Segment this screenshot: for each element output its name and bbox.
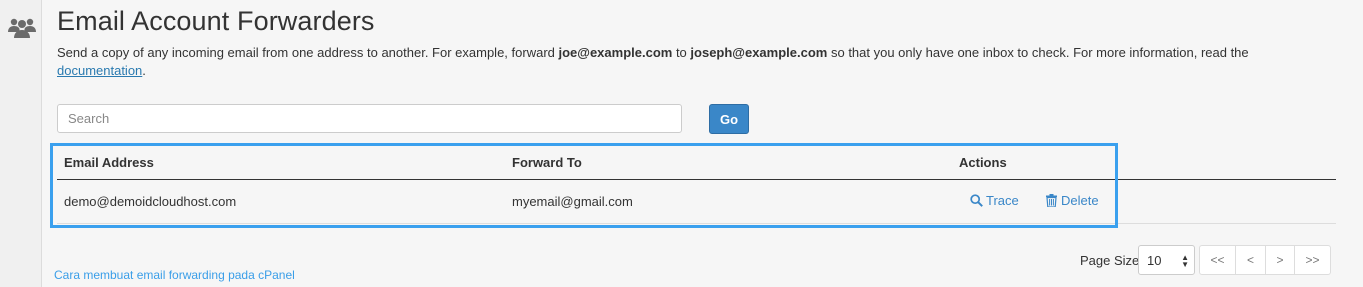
last-page-button[interactable]: >> xyxy=(1294,245,1331,275)
trace-button[interactable]: Trace xyxy=(970,193,1019,208)
users-icon[interactable] xyxy=(8,13,36,41)
search-input[interactable] xyxy=(57,104,682,133)
page-description: Send a copy of any incoming email from o… xyxy=(57,44,1307,80)
forwarders-table: Email Address Forward To Actions demo@de… xyxy=(50,143,1336,228)
table-header-row: Email Address Forward To Actions xyxy=(57,144,1336,180)
table-row: demo@demoidcloudhost.com myemail@gmail.c… xyxy=(57,180,1336,224)
pagination: << < > >> xyxy=(1199,245,1331,275)
example-from: joe@example.com xyxy=(558,45,673,60)
next-page-button[interactable]: > xyxy=(1265,245,1295,275)
description-text: so that you only have one inbox to check… xyxy=(827,45,1249,60)
page-size-select[interactable]: 10 ▲ ▼ xyxy=(1138,245,1195,275)
select-arrows-icon: ▲ ▼ xyxy=(1181,253,1189,269)
page-title: Email Account Forwarders xyxy=(57,6,375,36)
delete-label: Delete xyxy=(1061,193,1099,208)
header-email-address[interactable]: Email Address xyxy=(64,155,154,170)
go-button[interactable]: Go xyxy=(709,104,749,134)
page-size-label: Page Size xyxy=(1080,253,1140,268)
page-size-value: 10 xyxy=(1147,252,1162,268)
help-link[interactable]: Cara membuat email forwarding pada cPane… xyxy=(54,268,295,282)
prev-page-button[interactable]: < xyxy=(1235,245,1266,275)
trace-label: Trace xyxy=(986,193,1019,208)
delete-button[interactable]: Delete xyxy=(1045,193,1099,208)
row-email-address: demo@demoidcloudhost.com xyxy=(64,194,237,209)
description-text: . xyxy=(142,63,146,78)
description-text: to xyxy=(672,45,691,60)
header-actions: Actions xyxy=(959,155,1007,170)
search-icon xyxy=(970,194,983,207)
trash-icon xyxy=(1046,194,1057,207)
row-forward-to: myemail@gmail.com xyxy=(512,194,633,209)
main-content: Email Account Forwarders Send a copy of … xyxy=(50,0,1363,287)
description-text: Send a copy of any incoming email from o… xyxy=(57,45,559,60)
documentation-link[interactable]: documentation xyxy=(57,63,142,78)
example-to: joseph@example.com xyxy=(690,45,828,60)
sidebar xyxy=(0,0,42,287)
header-forward-to[interactable]: Forward To xyxy=(512,155,582,170)
first-page-button[interactable]: << xyxy=(1199,245,1236,275)
